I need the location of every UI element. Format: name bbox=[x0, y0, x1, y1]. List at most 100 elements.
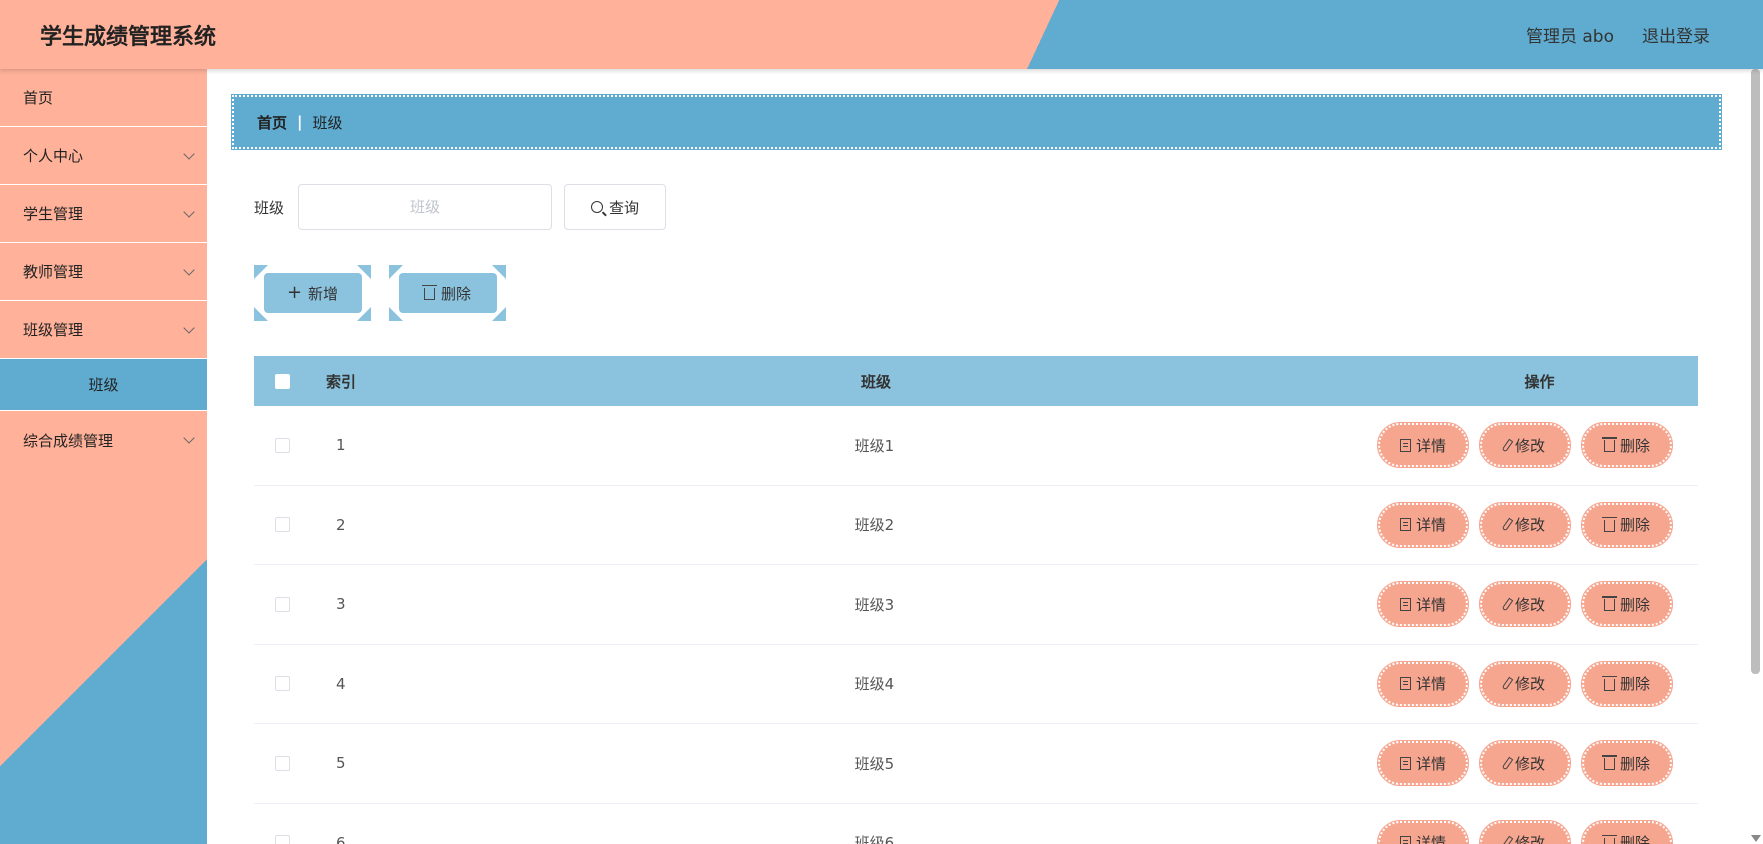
row-checkbox[interactable] bbox=[274, 835, 290, 844]
sidebar-item-student-management[interactable]: 学生管理 bbox=[0, 185, 207, 243]
header-user-area: 管理员 abo 退出登录 bbox=[1526, 22, 1710, 47]
pen-icon bbox=[1501, 756, 1514, 771]
delete-button-label: 删除 bbox=[1619, 516, 1650, 535]
class-search-input[interactable] bbox=[298, 184, 553, 230]
detail-button[interactable]: 详情 bbox=[1377, 422, 1469, 469]
table-row: 3 班级3 详情 修改 删除 bbox=[254, 565, 1698, 645]
delete-button-label: 删除 bbox=[1619, 595, 1650, 614]
row-ops: 详情 修改 删除 bbox=[1377, 501, 1698, 548]
search-label: 班级 bbox=[254, 198, 285, 217]
header-class: 班级 bbox=[860, 372, 891, 391]
table-body: 1 班级1 详情 修改 删除 2 班级2 详情 修改 删除 3 班级3 详情 修… bbox=[254, 406, 1698, 844]
row-checkbox[interactable] bbox=[274, 676, 290, 692]
select-all-checkbox[interactable] bbox=[275, 373, 290, 389]
logout-link[interactable]: 退出登录 bbox=[1642, 22, 1710, 47]
sidebar-item-label: 综合成绩管理 bbox=[23, 431, 114, 450]
detail-button[interactable]: 详情 bbox=[1377, 819, 1469, 844]
add-button[interactable]: + 新增 bbox=[263, 273, 362, 313]
delete-button-label: 删除 bbox=[1619, 834, 1650, 844]
row-index: 2 bbox=[335, 515, 346, 534]
chevron-down-icon bbox=[183, 147, 195, 160]
edit-button[interactable]: 修改 bbox=[1479, 501, 1571, 548]
breadcrumb-home[interactable]: 首页 bbox=[257, 112, 287, 133]
query-button[interactable]: 查询 bbox=[564, 184, 667, 230]
row-class: 班级4 bbox=[854, 675, 895, 694]
document-icon bbox=[1399, 677, 1411, 691]
table-header: 索引 班级 操作 bbox=[254, 356, 1698, 406]
trash-icon bbox=[1601, 516, 1617, 532]
trash-icon bbox=[1601, 437, 1617, 453]
pen-icon bbox=[1501, 517, 1514, 532]
batch-delete-label: 删除 bbox=[440, 284, 471, 303]
vertical-scrollbar[interactable] bbox=[1751, 69, 1760, 674]
edit-button-label: 修改 bbox=[1514, 834, 1545, 844]
search-icon bbox=[591, 201, 603, 213]
row-class: 班级3 bbox=[854, 595, 895, 614]
sidebar-item-label: 学生管理 bbox=[23, 205, 84, 223]
document-icon bbox=[1399, 597, 1411, 611]
row-ops: 详情 修改 删除 bbox=[1377, 740, 1698, 787]
decor-corner bbox=[389, 307, 403, 321]
detail-button[interactable]: 详情 bbox=[1377, 581, 1469, 628]
detail-button[interactable]: 详情 bbox=[1377, 740, 1469, 787]
admin-user-label[interactable]: 管理员 abo bbox=[1526, 22, 1614, 47]
decor-corner bbox=[357, 307, 371, 321]
delete-button[interactable]: 删除 bbox=[1581, 501, 1673, 548]
delete-button[interactable]: 删除 bbox=[1581, 422, 1673, 469]
sidebar-item-personal-center[interactable]: 个人中心 bbox=[0, 127, 207, 185]
sidebar-item-grade-management[interactable]: 综合成绩管理 bbox=[0, 411, 207, 469]
trash-icon bbox=[1601, 834, 1617, 844]
plus-icon: + bbox=[286, 282, 303, 303]
row-checkbox[interactable] bbox=[274, 755, 290, 771]
trash-icon bbox=[421, 285, 437, 300]
row-checkbox[interactable] bbox=[274, 596, 290, 612]
breadcrumb: 首页 | 班级 bbox=[231, 94, 1722, 150]
detail-button-label: 详情 bbox=[1415, 595, 1446, 614]
scroll-down-arrow-icon[interactable] bbox=[1751, 835, 1761, 842]
row-index: 3 bbox=[335, 595, 346, 614]
sidebar-item-home[interactable]: 首页 bbox=[0, 69, 207, 127]
decor-corner bbox=[254, 307, 268, 321]
detail-button[interactable]: 详情 bbox=[1377, 501, 1469, 548]
decor-corner bbox=[389, 265, 403, 279]
table-row: 6 班级6 详情 修改 删除 bbox=[254, 804, 1698, 844]
row-class: 班级5 bbox=[854, 754, 895, 773]
detail-button-label: 详情 bbox=[1415, 436, 1446, 455]
row-class: 班级2 bbox=[854, 516, 895, 535]
row-checkbox[interactable] bbox=[274, 517, 290, 533]
delete-button[interactable]: 删除 bbox=[1581, 740, 1673, 787]
sidebar-item-teacher-management[interactable]: 教师管理 bbox=[0, 243, 207, 301]
search-row: 班级 查询 bbox=[254, 184, 667, 230]
detail-button-label: 详情 bbox=[1415, 754, 1446, 773]
edit-button[interactable]: 修改 bbox=[1479, 819, 1571, 844]
action-row: + 新增 删除 bbox=[254, 265, 506, 321]
app-title: 学生成绩管理系统 bbox=[40, 25, 217, 50]
sidebar-item-label: 首页 bbox=[23, 89, 54, 107]
decor-corner bbox=[492, 265, 506, 279]
decor-corner bbox=[492, 307, 506, 321]
delete-button-label: 删除 bbox=[1619, 754, 1650, 773]
document-icon bbox=[1399, 438, 1411, 452]
sidebar-item-class-management[interactable]: 班级管理 bbox=[0, 301, 207, 359]
delete-button[interactable]: 删除 bbox=[1581, 660, 1673, 707]
edit-button-label: 修改 bbox=[1514, 595, 1545, 614]
edit-button[interactable]: 修改 bbox=[1479, 740, 1571, 787]
trash-icon bbox=[1601, 755, 1617, 771]
delete-button[interactable]: 删除 bbox=[1581, 819, 1673, 844]
detail-button[interactable]: 详情 bbox=[1377, 660, 1469, 707]
sidebar-subitem-class[interactable]: 班级 bbox=[0, 359, 207, 411]
row-checkbox[interactable] bbox=[274, 437, 290, 453]
edit-button[interactable]: 修改 bbox=[1479, 581, 1571, 628]
delete-button-label: 删除 bbox=[1619, 675, 1650, 694]
edit-button[interactable]: 修改 bbox=[1479, 422, 1571, 469]
chevron-down-icon bbox=[183, 432, 195, 444]
row-index: 4 bbox=[335, 674, 346, 693]
edit-button[interactable]: 修改 bbox=[1479, 660, 1571, 707]
sidebar-item-label: 班级管理 bbox=[23, 321, 84, 339]
document-icon bbox=[1399, 518, 1411, 532]
breadcrumb-current: 班级 bbox=[312, 113, 343, 132]
batch-delete-button[interactable]: 删除 bbox=[398, 273, 497, 313]
edit-button-label: 修改 bbox=[1514, 516, 1545, 535]
delete-button[interactable]: 删除 bbox=[1581, 581, 1673, 628]
header-ops: 操作 bbox=[1524, 372, 1555, 391]
